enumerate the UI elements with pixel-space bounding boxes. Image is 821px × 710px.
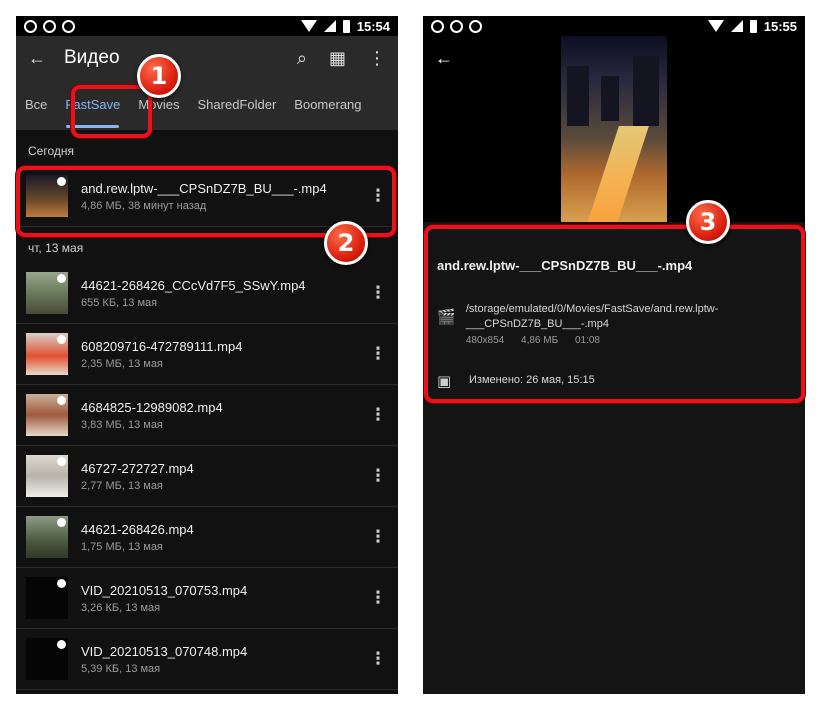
callout-number-3: 3 [686,200,730,244]
check-icon [469,19,482,33]
status-time: 15:54 [356,18,390,34]
play-icon [57,579,66,588]
play-icon [57,274,66,283]
file-name: 44621-268426.mp4 [81,521,194,537]
file-row[interactable]: 44621-268426_CCcVd7F5_SSwY.mp4 655 КБ, 1… [16,263,398,324]
video-preview-area: ← [423,36,805,222]
highlight-details [424,225,805,403]
tab-all[interactable]: Все [16,80,56,130]
shazam-icon [43,19,56,33]
file-row[interactable]: 608209716-472789111.mp4 2,35 МБ, 13 мая … [16,324,398,385]
file-info: 1,75 МБ, 13 мая [81,540,163,553]
wifi-icon [707,20,724,32]
opera-icon [24,19,37,33]
signal-icon [730,20,743,32]
more-options-icon[interactable]: ⋮ [368,588,388,608]
highlight-fastsave-tab [71,85,152,138]
wifi-icon [300,20,317,32]
tab-sharedfolder[interactable]: SharedFolder [189,80,286,130]
more-menu-icon[interactable]: ⋮ [368,49,386,67]
file-info: 655 КБ, 13 мая [81,296,158,309]
file-info: 5,39 КБ, 13 мая [81,662,161,675]
search-icon[interactable]: ⌕ [297,49,307,67]
video-thumbnail [26,272,68,314]
file-name: 4684825-12989082.mp4 [81,399,223,415]
video-thumbnail [26,394,68,436]
signal-icon [323,20,336,32]
file-name: VID_20210513_070753.mp4 [81,582,248,598]
more-options-icon[interactable]: ⋮ [368,344,388,364]
more-options-icon[interactable]: ⋮ [368,527,388,547]
file-info: 3,26 КБ, 13 мая [81,601,161,614]
status-bar: 15:54 [16,16,398,36]
more-options-icon[interactable]: ⋮ [368,649,388,669]
play-icon [57,457,66,466]
video-thumbnail [26,516,68,558]
video-thumbnail [26,333,68,375]
file-info: 2,35 МБ, 13 мая [81,357,163,370]
video-thumbnail [26,577,68,619]
tab-boomerang[interactable]: Boomerang [285,80,370,130]
more-options-icon[interactable]: ⋮ [368,466,388,486]
callout-number-2: 2 [324,221,368,265]
more-options-icon[interactable]: ⋮ [368,405,388,425]
file-name: 46727-272727.mp4 [81,460,194,476]
battery-icon [342,19,350,33]
file-name: VID_20210513_070748.mp4 [81,643,248,659]
app-bar: ← Видео ⌕ ▦ ⋮ [16,36,398,80]
check-icon [62,19,75,33]
file-row[interactable]: 44621-268426.mp4 1,75 МБ, 13 мая ⋮ [16,507,398,568]
file-row[interactable]: VID_20210513_070748.mp4 5,39 КБ, 13 мая … [16,629,398,690]
file-row[interactable]: VID_20210513_070753.mp4 3,26 КБ, 13 мая … [16,568,398,629]
opera-icon [431,19,444,33]
status-time: 15:55 [763,18,797,34]
video-thumbnail [26,455,68,497]
callout-number-1: 1 [137,54,181,98]
file-name: 608209716-472789111.mp4 [81,338,243,354]
play-icon [57,335,66,344]
shazam-icon [450,19,463,33]
grid-view-icon[interactable]: ▦ [329,49,346,67]
file-info: 3,83 МБ, 13 мая [81,418,163,431]
play-icon [57,518,66,527]
status-bar: 15:55 [423,16,805,36]
more-options-icon[interactable]: ⋮ [368,283,388,303]
file-info: 2,77 МБ, 13 мая [81,479,163,492]
back-arrow-icon[interactable]: ← [435,48,453,69]
file-name: 44621-268426_CCcVd7F5_SSwY.mp4 [81,277,306,293]
play-icon [57,640,66,649]
battery-icon [749,19,757,33]
video-thumbnail [26,638,68,680]
page-title: Видео [64,47,120,68]
file-row[interactable]: 46727-272727.mp4 2,77 МБ, 13 мая ⋮ [16,446,398,507]
file-row[interactable]: 4684825-12989082.mp4 3,83 МБ, 13 мая ⋮ [16,385,398,446]
video-preview[interactable] [561,36,667,222]
back-arrow-icon[interactable]: ← [28,49,46,67]
play-icon [57,396,66,405]
